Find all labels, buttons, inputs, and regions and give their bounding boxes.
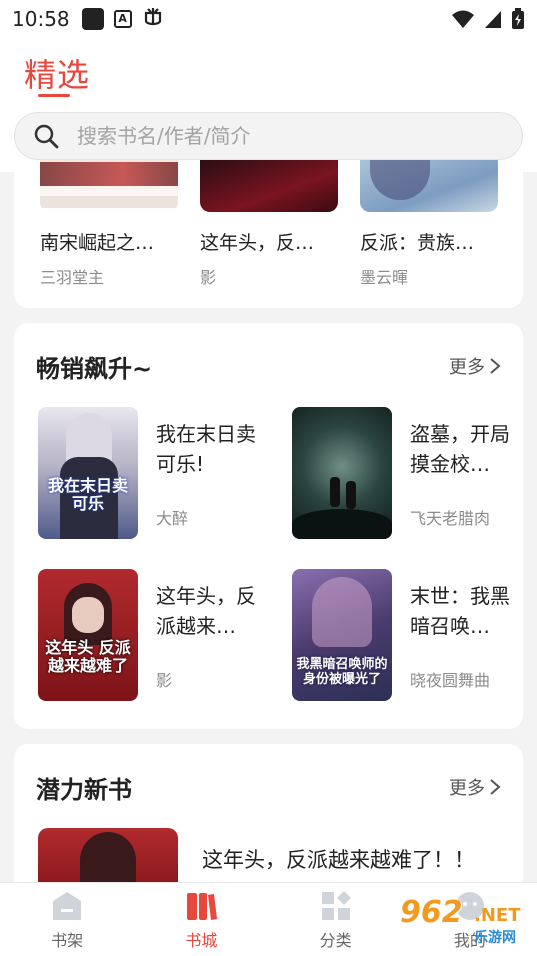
new-books-section: 潜力新书 更多 这年头，反派越来越难了！！ (14, 744, 523, 904)
bookstore-icon (187, 892, 218, 920)
book-author: 晓夜圆舞曲 (410, 671, 491, 690)
chevron-right-icon (490, 779, 501, 795)
bestseller-section: 畅销飙升~ 更多 我在末日卖可乐 我在末日卖可乐! 大醉 盗墓，开局摸金校… 飞… (14, 323, 523, 729)
bug-icon (142, 5, 164, 33)
book-author: 影 (156, 671, 173, 690)
more-label: 更多 (449, 778, 485, 799)
page-title[interactable]: 精选 (24, 50, 90, 96)
recommend-card: 南宋崛起之… 这年头，反… 反派：贵族… 三羽堂主 影 墨云暉 (14, 160, 523, 308)
bookshelf-icon (53, 891, 82, 920)
book-cover[interactable]: 我在末日卖可乐 (38, 407, 138, 539)
header: 精选 (0, 38, 537, 106)
tab-bookshelf[interactable]: 书架 (0, 883, 134, 956)
title-underline (38, 94, 70, 97)
tab-label: 书架 (51, 930, 84, 950)
cell-signal-icon (485, 11, 501, 28)
watermark-sub: 乐游网 (474, 930, 516, 946)
search-input[interactable] (77, 124, 477, 148)
book-author: 三羽堂主 (40, 268, 105, 287)
cover-text: 这年头 反派越来越难了 (45, 638, 131, 675)
book-cover[interactable] (360, 160, 498, 212)
book-title[interactable]: 这年头，反派越来… (156, 581, 268, 641)
more-link[interactable]: 更多 (449, 353, 501, 379)
book-item[interactable]: 盗墓，开局摸金校… 飞天老腊肉 (292, 407, 522, 539)
watermark-logo: 962 .NET 乐游网 (400, 895, 530, 951)
search-box[interactable] (14, 112, 523, 160)
cover-text: 我在末日卖可乐 (47, 476, 128, 513)
book-title[interactable]: 这年头，反派越来越难了！！ (202, 844, 475, 874)
book-title[interactable]: 末世：我黑暗召唤… (410, 581, 522, 641)
watermark-main: 962 (400, 895, 463, 930)
status-time: 10:58 (12, 7, 70, 31)
a-icon: A (113, 10, 132, 28)
tab-bookstore[interactable]: 书城 (134, 883, 268, 956)
status-bar: 10:58 A (0, 0, 537, 38)
book-author: 大醉 (156, 509, 189, 528)
book-author: 飞天老腊肉 (410, 509, 491, 528)
tab-label: 分类 (319, 930, 352, 950)
book-title[interactable]: 我在末日卖可乐! (156, 419, 268, 479)
book-cover[interactable] (200, 160, 338, 212)
book-name[interactable]: 反派：贵族… (360, 228, 474, 255)
book-title[interactable]: 盗墓，开局摸金校… (410, 419, 522, 479)
book-item[interactable]: 我在末日卖可乐 我在末日卖可乐! 大醉 (38, 407, 268, 539)
book-cover[interactable] (292, 407, 392, 539)
book-cover[interactable] (38, 828, 178, 888)
more-link[interactable]: 更多 (449, 774, 501, 800)
book-cover[interactable]: 这年头 反派越来越难了 (38, 569, 138, 701)
tab-category[interactable]: 分类 (269, 883, 403, 956)
chevron-right-icon (490, 358, 501, 374)
book-name[interactable]: 这年头，反… (200, 228, 314, 255)
book-cover[interactable] (40, 160, 178, 212)
notification-app-icon (81, 8, 104, 30)
book-cover[interactable]: 我黑暗召唤师的身份被曝光了 (292, 569, 392, 701)
more-label: 更多 (449, 357, 485, 378)
book-author: 墨云暉 (360, 268, 409, 287)
cover-text: 我黑暗召唤师的身份被曝光了 (296, 657, 388, 687)
watermark-net: .NET (474, 905, 521, 926)
book-author: 影 (200, 268, 217, 287)
battery-icon (512, 8, 524, 29)
book-item[interactable]: 这年头 反派越来越难了 这年头，反派越来… 影 (38, 569, 268, 701)
section-title: 潜力新书 (36, 776, 132, 804)
book-item[interactable]: 我黑暗召唤师的身份被曝光了 末世：我黑暗召唤… 晓夜圆舞曲 (292, 569, 522, 701)
wifi-icon (452, 10, 474, 28)
tab-label: 书城 (185, 930, 218, 950)
search-icon (34, 124, 59, 149)
category-icon (321, 890, 351, 920)
section-title: 畅销飙升~ (36, 355, 153, 383)
status-right (451, 8, 525, 30)
book-name[interactable]: 南宋崛起之… (40, 228, 154, 255)
